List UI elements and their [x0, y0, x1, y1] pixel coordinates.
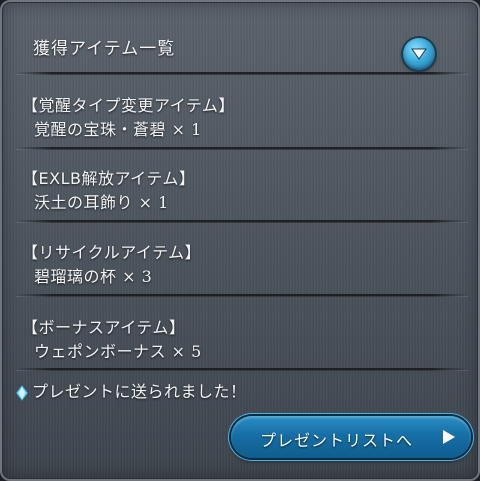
diamond-gem-icon: [16, 384, 28, 401]
category-item: 碧瑠璃の杯 × 3: [34, 263, 152, 287]
category-title: 【覚醒タイプ変更アイテム】: [22, 96, 235, 115]
present-list-button-label: プレゼントリストへ: [260, 431, 414, 450]
panel-title: 獲得アイテム一覧: [33, 39, 176, 59]
present-list-button[interactable]: プレゼントリストへ: [231, 416, 471, 458]
category-item: ウェポンボーナス × 5: [34, 338, 202, 362]
item-quantity: × 1: [171, 120, 202, 139]
item-list-panel: 獲得アイテム一覧 【覚醒タイプ変更アイテム】 覚醒の宝珠・蒼碧 × 1 【EXL…: [0, 0, 480, 481]
present-notice: プレゼントに送られました！: [16, 378, 247, 402]
divider: [16, 72, 468, 75]
category-title: 【EXLB解放アイテム】: [22, 169, 196, 188]
item-name: 沃土の耳飾り: [34, 193, 134, 212]
category-item: 覚醒の宝珠・蒼碧 × 1: [34, 116, 202, 140]
divider: [16, 220, 468, 223]
divider: [16, 368, 468, 371]
play-arrow-icon: [443, 430, 455, 444]
notice-text: プレゼントに送られました！: [32, 382, 247, 401]
category-title: 【ボーナスアイテム】: [22, 318, 186, 337]
item-quantity: × 3: [122, 267, 153, 286]
divider: [16, 147, 468, 150]
item-name: ウェポンボーナス: [34, 342, 167, 361]
divider: [16, 294, 468, 297]
chevron-down-icon: [411, 48, 427, 60]
category-title: 【リサイクルアイテム】: [22, 243, 202, 262]
item-quantity: × 1: [138, 193, 169, 212]
item-quantity: × 5: [171, 342, 202, 361]
collapse-button[interactable]: [403, 38, 435, 70]
category-item: 沃土の耳飾り × 1: [34, 189, 169, 213]
item-name: 碧瑠璃の杯: [34, 267, 117, 286]
item-name: 覚醒の宝珠・蒼碧: [34, 120, 167, 139]
